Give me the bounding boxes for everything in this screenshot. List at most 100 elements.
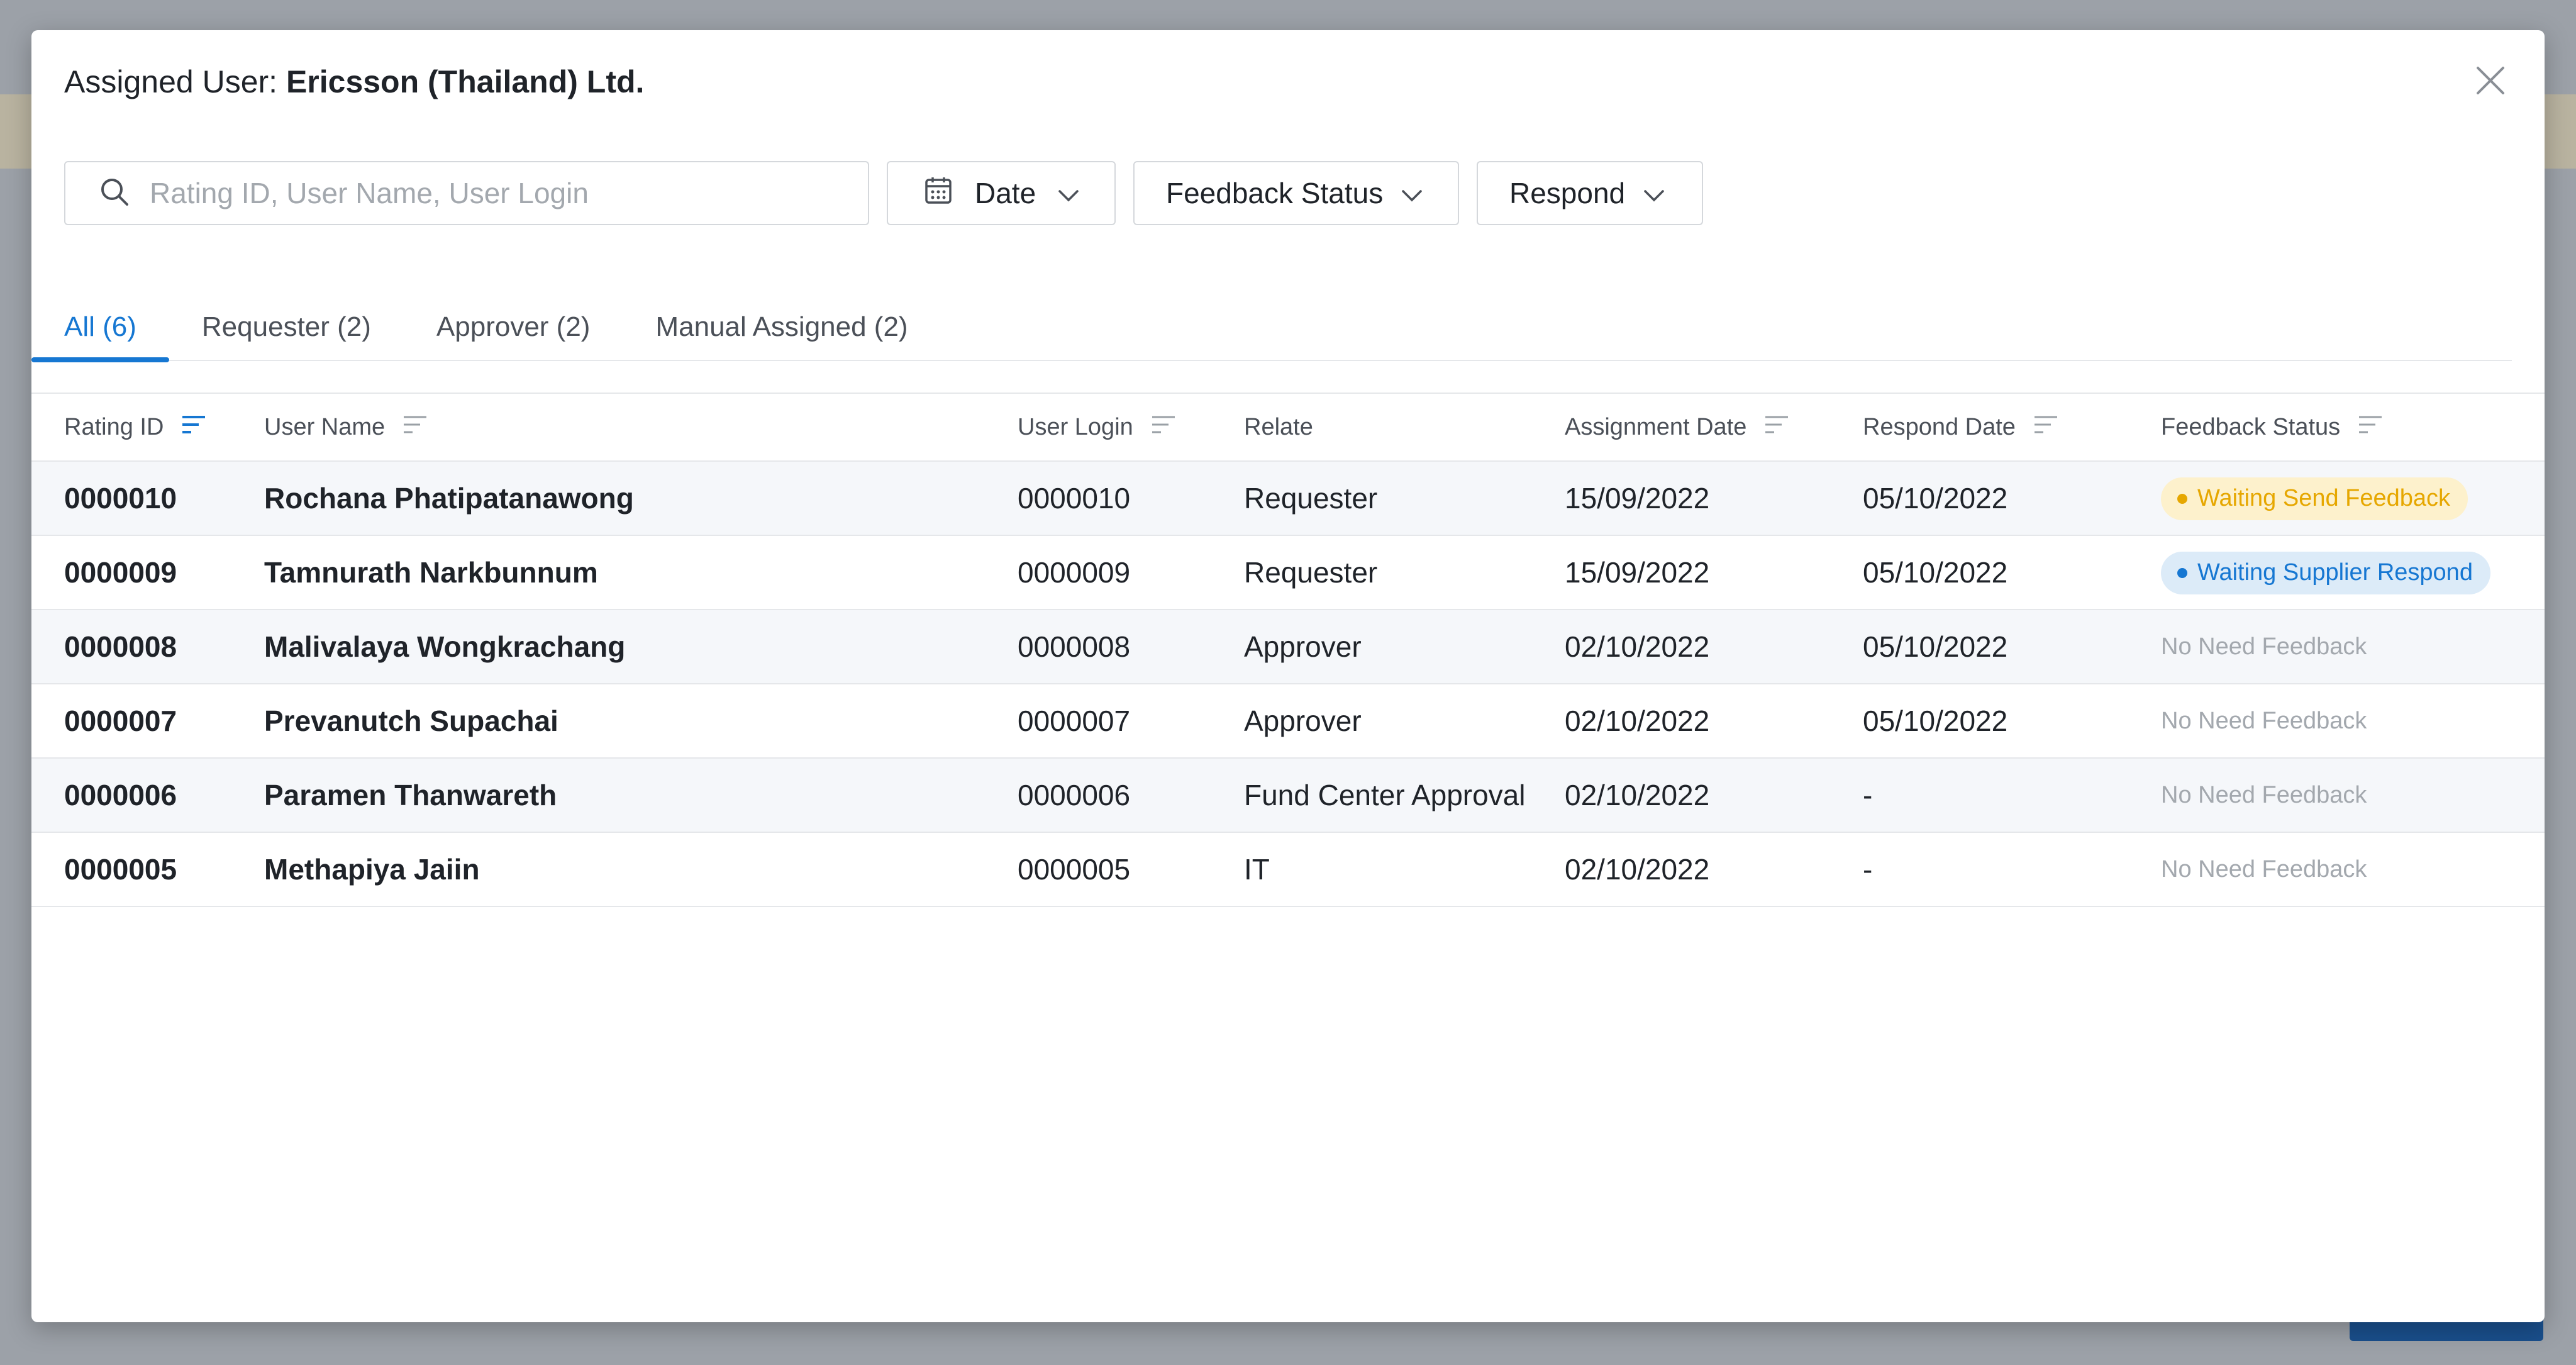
cell-user-login: 0000010 (1018, 482, 1131, 515)
header-user-name-label: User Name (264, 413, 386, 440)
table-row[interactable]: 0000006 Paramen Thanwareth 0000006 Fund … (31, 758, 2545, 832)
cell-respond-date: 05/10/2022 (1863, 482, 2008, 515)
header-user-login-label: User Login (1018, 413, 1133, 440)
feedback-status-label: Feedback Status (1166, 177, 1384, 209)
cell-user-login: 0000007 (1018, 705, 1131, 737)
cell-relate: Requester (1244, 556, 1378, 589)
cell-assignment-date: 15/09/2022 (1565, 556, 1710, 589)
status-dot (2177, 567, 2187, 578)
cell-assignment-date: 02/10/2022 (1565, 630, 1710, 663)
chevron-down-icon (1401, 176, 1423, 210)
cell-relate: Fund Center Approval (1244, 779, 1526, 811)
sort-icon[interactable] (1151, 414, 1176, 441)
tab-requester[interactable]: Requester (2) (169, 293, 404, 361)
cell-rating-id: 0000010 (64, 482, 177, 515)
header-rating-id-label: Rating ID (64, 413, 164, 440)
cell-user-name: Rochana Phatipatanawong (264, 482, 634, 515)
header-relate: Relate (1244, 393, 1565, 461)
chevron-down-icon (1643, 176, 1665, 210)
sort-icon-active[interactable] (181, 414, 206, 441)
assigned-users-table: Rating ID User Name User Login Relate As… (31, 393, 2545, 907)
header-user-login[interactable]: User Login (1018, 393, 1244, 461)
cell-user-login: 0000009 (1018, 556, 1131, 589)
table-row[interactable]: 0000009 Tamnurath Narkbunnum 0000009 Req… (31, 535, 2545, 610)
sort-icon[interactable] (1764, 414, 1789, 441)
cell-respond-date: 05/10/2022 (1863, 556, 2008, 589)
respond-label: Respond (1509, 177, 1626, 209)
status-badge-label: Waiting Send Feedback (2197, 485, 2451, 511)
cell-feedback-status: No Need Feedback (2161, 633, 2367, 660)
cell-assignment-date: 02/10/2022 (1565, 853, 1710, 886)
cell-relate: Approver (1244, 705, 1362, 737)
assigned-user-modal: Assigned User: Ericsson (Thailand) Ltd. … (31, 30, 2545, 1322)
cell-user-login: 0000008 (1018, 630, 1131, 663)
cell-assignment-date: 02/10/2022 (1565, 779, 1710, 811)
cell-respond-date: - (1863, 779, 1873, 811)
chevron-down-icon (1057, 176, 1080, 210)
close-icon[interactable] (2473, 63, 2508, 98)
table-row[interactable]: 0000007 Prevanutch Supachai 0000007 Appr… (31, 684, 2545, 758)
respond-dropdown[interactable]: Respond (1477, 161, 1703, 225)
cell-rating-id: 0000006 (64, 779, 177, 811)
modal-title-prefix: Assigned User: (64, 64, 286, 99)
header-relate-label: Relate (1244, 413, 1313, 440)
cell-feedback-status: Waiting Supplier Respond (2161, 535, 2545, 610)
cell-feedback-status: No Need Feedback (2161, 707, 2367, 734)
table-row[interactable]: 0000010 Rochana Phatipatanawong 0000010 … (31, 461, 2545, 535)
search-icon (98, 176, 131, 211)
cell-respond-date: 05/10/2022 (1863, 630, 2008, 663)
table-header-row: Rating ID User Name User Login Relate As… (31, 393, 2545, 461)
cell-user-name: Paramen Thanwareth (264, 779, 557, 811)
header-feedback-status-label: Feedback Status (2161, 413, 2341, 440)
feedback-status-dropdown[interactable]: Feedback Status (1133, 161, 1459, 225)
cell-assignment-date: 15/09/2022 (1565, 482, 1710, 515)
tab-manual-assigned[interactable]: Manual Assigned (2) (623, 293, 940, 361)
search-input[interactable] (150, 176, 841, 210)
status-badge: Waiting Send Feedback (2161, 477, 2468, 520)
cell-relate: Requester (1244, 482, 1378, 515)
cell-user-login: 0000005 (1018, 853, 1131, 886)
date-filter-dropdown[interactable]: Date (887, 161, 1116, 225)
cell-rating-id: 0000009 (64, 556, 177, 589)
cell-user-login: 0000006 (1018, 779, 1131, 811)
modal-title-company: Ericsson (Thailand) Ltd. (286, 64, 645, 99)
tab-all[interactable]: All (6) (31, 293, 169, 362)
cell-respond-date: - (1863, 853, 1873, 886)
header-feedback-status[interactable]: Feedback Status (2161, 393, 2545, 461)
date-filter-label: Date (975, 177, 1036, 209)
cell-respond-date: 05/10/2022 (1863, 705, 2008, 737)
header-assignment-date-label: Assignment Date (1565, 413, 1747, 440)
cell-user-name: Malivalaya Wongkrachang (264, 630, 626, 663)
cell-user-name: Tamnurath Narkbunnum (264, 556, 598, 589)
cell-user-name: Prevanutch Supachai (264, 705, 558, 737)
header-respond-date-label: Respond Date (1863, 413, 2016, 440)
modal-title: Assigned User: Ericsson (Thailand) Ltd. (64, 63, 644, 101)
cell-rating-id: 0000008 (64, 630, 177, 663)
header-respond-date[interactable]: Respond Date (1863, 393, 2161, 461)
status-dot (2177, 493, 2187, 504)
filter-bar: Date Feedback Status Respond (64, 161, 1703, 225)
sort-icon[interactable] (402, 414, 428, 441)
sort-icon[interactable] (2033, 414, 2058, 441)
table-row[interactable]: 0000008 Malivalaya Wongkrachang 0000008 … (31, 610, 2545, 684)
sort-icon[interactable] (2358, 414, 2383, 441)
tab-approver[interactable]: Approver (2) (404, 293, 623, 361)
cell-feedback-status: No Need Feedback (2161, 781, 2367, 808)
cell-rating-id: 0000005 (64, 853, 177, 886)
table-row[interactable]: 0000005 Methapiya Jaiin 0000005 IT 02/10… (31, 832, 2545, 906)
search-field[interactable] (64, 161, 869, 225)
role-tabs: All (6) Requester (2) Approver (2) Manua… (31, 293, 2512, 362)
cell-relate: IT (1244, 853, 1270, 886)
cell-rating-id: 0000007 (64, 705, 177, 737)
calendar-icon (923, 175, 953, 212)
header-assignment-date[interactable]: Assignment Date (1565, 393, 1863, 461)
cell-feedback-status: No Need Feedback (2161, 855, 2367, 883)
status-badge: Waiting Supplier Respond (2161, 551, 2490, 594)
header-user-name[interactable]: User Name (264, 393, 1018, 461)
cell-assignment-date: 02/10/2022 (1565, 705, 1710, 737)
cell-feedback-status: Waiting Send Feedback (2161, 461, 2545, 535)
cell-relate: Approver (1244, 630, 1362, 663)
status-badge-label: Waiting Supplier Respond (2197, 559, 2473, 586)
header-rating-id[interactable]: Rating ID (31, 393, 264, 461)
cell-user-name: Methapiya Jaiin (264, 853, 480, 886)
